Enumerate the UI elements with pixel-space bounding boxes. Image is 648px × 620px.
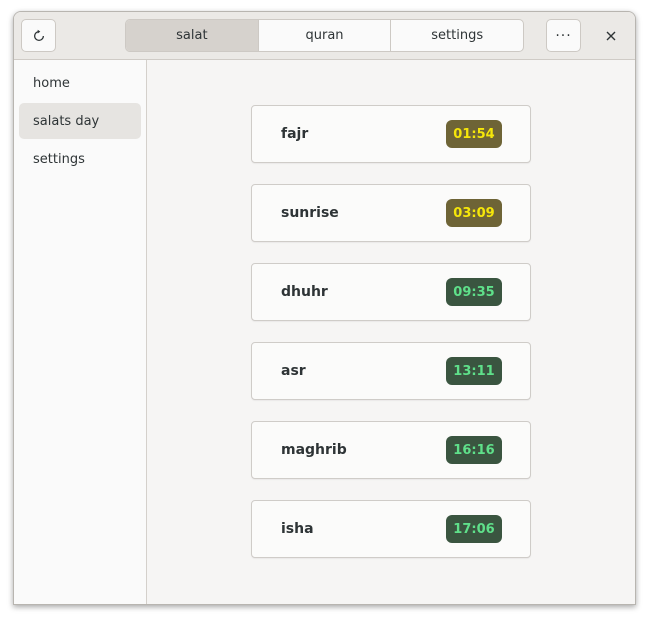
prayer-time-badge: 17:06 xyxy=(446,515,502,543)
prayer-time-badge: 13:11 xyxy=(446,357,502,385)
prayer-name: maghrib xyxy=(281,442,347,458)
sidebar-item-label: home xyxy=(33,75,70,91)
prayer-name: fajr xyxy=(281,126,309,142)
sidebar-item-label: salats day xyxy=(33,113,100,129)
menu-button[interactable]: ··· xyxy=(546,19,581,52)
prayer-card-fajr: fajr 01:54 xyxy=(251,105,531,163)
prayer-name: dhuhr xyxy=(281,284,328,300)
prayer-time-badge: 03:09 xyxy=(446,199,502,227)
prayer-card-maghrib: maghrib 16:16 xyxy=(251,421,531,479)
header-bar: salat quran settings ··· xyxy=(14,12,635,60)
refresh-button[interactable] xyxy=(21,19,56,52)
prayer-card-sunrise: sunrise 03:09 xyxy=(251,184,531,242)
prayer-card-asr: asr 13:11 xyxy=(251,342,531,400)
more-icon: ··· xyxy=(555,27,572,44)
refresh-icon xyxy=(32,29,46,43)
sidebar-item-settings[interactable]: settings xyxy=(19,141,141,177)
sidebar: home salats day settings xyxy=(14,60,147,604)
prayer-name: asr xyxy=(281,363,306,379)
prayer-card-dhuhr: dhuhr 09:35 xyxy=(251,263,531,321)
prayer-time-badge: 01:54 xyxy=(446,120,502,148)
prayer-times-list: fajr 01:54 sunrise 03:09 dhuhr 09:35 asr… xyxy=(147,60,635,604)
sidebar-item-home[interactable]: home xyxy=(19,65,141,101)
prayer-card-isha: isha 17:06 xyxy=(251,500,531,558)
close-icon xyxy=(606,31,616,41)
sidebar-item-label: settings xyxy=(33,151,85,167)
prayer-time-badge: 16:16 xyxy=(446,436,502,464)
close-button[interactable] xyxy=(594,19,628,52)
prayer-name: sunrise xyxy=(281,205,339,221)
prayer-name: isha xyxy=(281,521,314,537)
prayer-time-badge: 09:35 xyxy=(446,278,502,306)
view-switcher: salat quran settings xyxy=(125,19,524,52)
tab-quran[interactable]: quran xyxy=(257,20,391,51)
tab-settings[interactable]: settings xyxy=(390,20,523,51)
sidebar-item-salats-day[interactable]: salats day xyxy=(19,103,141,139)
tab-salat[interactable]: salat xyxy=(126,20,258,51)
app-window: salat quran settings ··· home salats day… xyxy=(13,11,636,605)
